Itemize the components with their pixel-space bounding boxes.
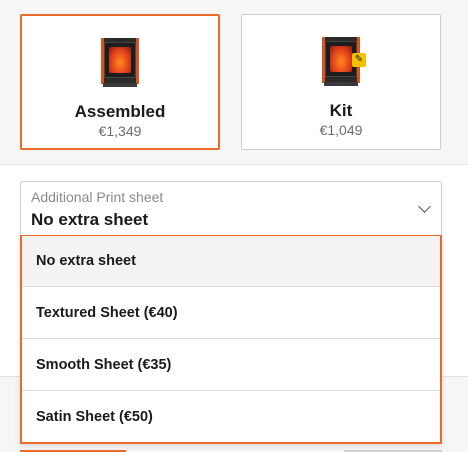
select-label: Additional Print sheet (31, 189, 164, 205)
wrench-badge-icon: ✎ (352, 53, 366, 67)
printer-assembled-icon (101, 38, 139, 87)
select-value: No extra sheet (31, 210, 149, 229)
divider (0, 164, 468, 165)
variant-card-kit[interactable]: ✎ Kit €1,049 (241, 14, 441, 150)
variant-price: €1,049 (319, 122, 363, 138)
printer-kit-icon: ✎ (322, 37, 366, 86)
variant-price: €1,349 (98, 123, 142, 139)
chevron-down-icon[interactable] (418, 200, 431, 213)
dropdown-option-textured-sheet[interactable]: Textured Sheet (€40) (22, 288, 440, 339)
variant-title: Kit (329, 101, 353, 120)
variant-card-assembled[interactable]: Assembled €1,349 (20, 14, 220, 150)
dropdown-option-no-extra-sheet[interactable]: No extra sheet (22, 236, 440, 287)
variant-title: Assembled (74, 102, 166, 121)
print-sheet-dropdown: No extra sheet Textured Sheet (€40) Smoo… (20, 235, 442, 444)
print-sheet-select[interactable]: Additional Print sheet No extra sheet (20, 181, 442, 236)
dropdown-option-satin-sheet[interactable]: Satin Sheet (€50) (22, 392, 440, 443)
dropdown-option-smooth-sheet[interactable]: Smooth Sheet (€35) (22, 340, 440, 391)
